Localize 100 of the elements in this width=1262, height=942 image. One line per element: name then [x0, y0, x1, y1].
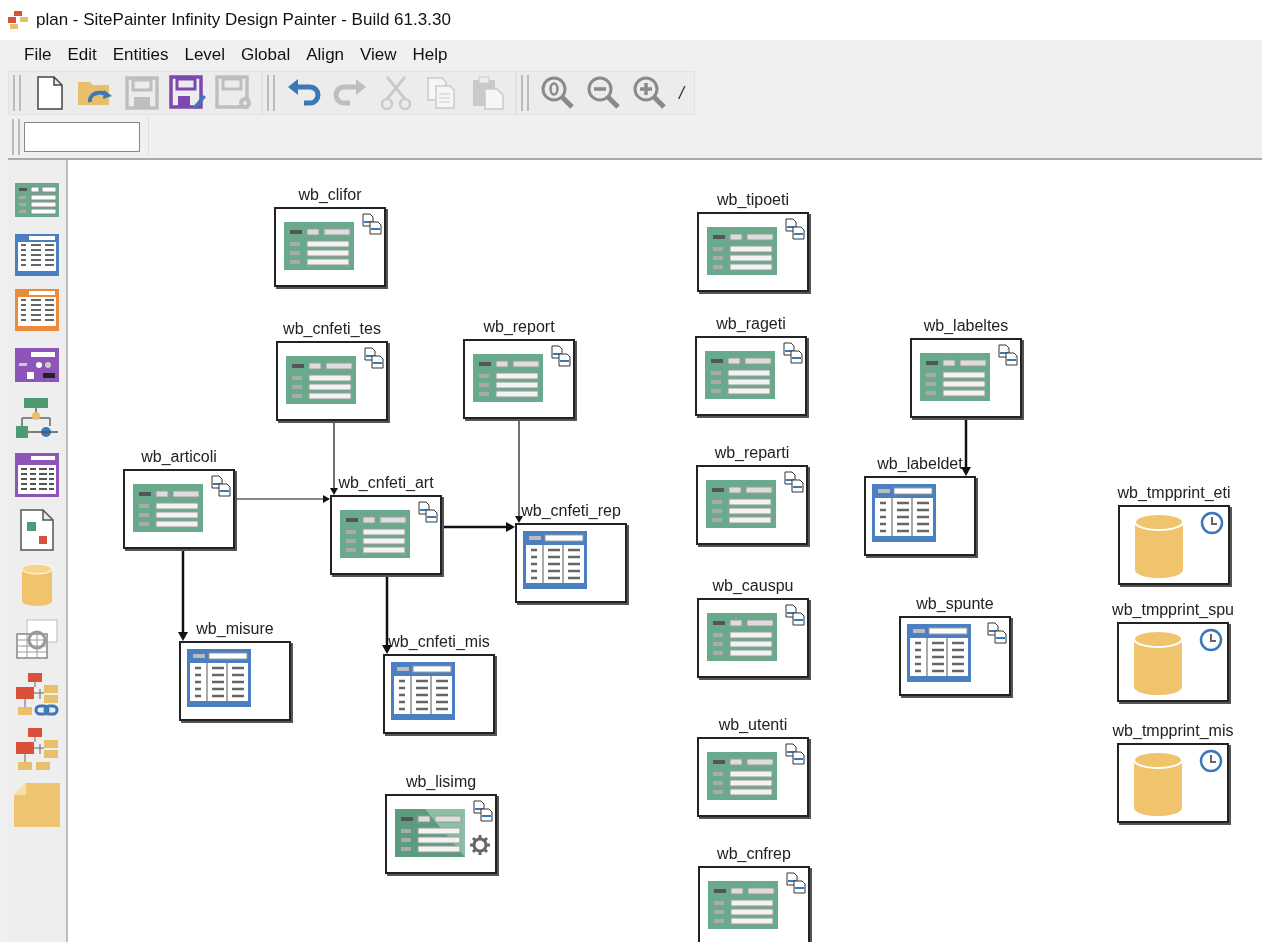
entity-node[interactable]: [1117, 743, 1229, 823]
entity-node[interactable]: [695, 336, 807, 416]
form-icon: [133, 484, 203, 532]
entity-node[interactable]: [696, 465, 808, 545]
toolbar-grip[interactable]: [13, 75, 21, 111]
copy-icon: [426, 76, 458, 110]
linked-documents-icon: [473, 800, 493, 822]
table-icon: [907, 624, 971, 682]
entity-node[interactable]: [330, 495, 442, 575]
entity-node[interactable]: [697, 212, 809, 292]
form-icon: [706, 480, 776, 528]
entity-name: wb_spunte: [916, 594, 994, 614]
save-settings-icon: [215, 75, 253, 111]
table-icon: [187, 649, 251, 707]
form-icon: [395, 809, 465, 857]
table-tool-icon: [15, 234, 59, 276]
table-icon: [872, 484, 936, 542]
entity-name: wb_cnfrep: [717, 844, 791, 864]
form-icon: [286, 356, 356, 404]
entity-name: wb_lisimg: [405, 772, 477, 792]
form-icon: [707, 752, 777, 800]
zoom-out-icon: [586, 75, 622, 111]
dialog-tool-icon: [15, 348, 59, 382]
entity-name: wb_articoli: [141, 447, 217, 467]
diagram-tool-icon: [14, 728, 60, 772]
toolbar-grip[interactable]: [12, 119, 20, 155]
clock-icon: [1199, 749, 1223, 773]
entity-node[interactable]: [515, 523, 627, 603]
entity-node[interactable]: [463, 339, 575, 419]
database-icon: [1133, 630, 1183, 696]
toolbar-grip[interactable]: [521, 75, 529, 111]
clock-icon: [1200, 511, 1224, 535]
linked-documents-icon: [418, 501, 438, 523]
entity-name: wb_cnfeti_art: [338, 473, 434, 493]
entity-node[interactable]: [385, 794, 497, 874]
linked-documents-icon: [785, 743, 805, 765]
linked-documents-icon: [785, 218, 805, 240]
entity-name: wb_clifor: [298, 185, 362, 205]
form-icon: [705, 351, 775, 399]
entity-name: wb_utenti: [718, 715, 788, 735]
entity-name: wb_tmpprint_eti: [1117, 483, 1231, 503]
form-icon: [473, 354, 543, 402]
report-tool-icon: [15, 453, 59, 497]
entity-node[interactable]: [274, 207, 386, 287]
entity-node[interactable]: [383, 654, 495, 734]
entity-name: wb_tmpprint_spu: [1112, 600, 1234, 620]
new-file-icon: [35, 76, 65, 110]
linked-diagram-tool-icon: [14, 673, 60, 717]
entity-name: wb_cnfeti_tes: [283, 319, 381, 339]
linked-documents-icon: [786, 872, 806, 894]
paste-icon: [471, 75, 505, 111]
linked-documents-icon: [784, 471, 804, 493]
menu-item[interactable]: Global: [233, 45, 299, 65]
entity-node[interactable]: [910, 338, 1022, 418]
document-tool-icon: [19, 508, 55, 552]
form-icon: [920, 353, 990, 401]
zoom-reset-icon: [540, 75, 576, 111]
menu-item[interactable]: Align: [298, 45, 353, 65]
toolbar-grip[interactable]: [267, 75, 275, 111]
undo-icon: [286, 77, 322, 109]
entity-node[interactable]: [1117, 622, 1229, 702]
menu-item[interactable]: Entities: [104, 45, 177, 65]
entity-name: wb_reparti: [714, 443, 790, 463]
entity-node[interactable]: [276, 341, 388, 421]
window-title: plan - SitePainter Infinity Design Painter - Build 61.3.30: [36, 10, 451, 30]
palette-tool[interactable]: [12, 453, 62, 497]
zoom-in-icon: [632, 75, 668, 111]
linked-documents-icon: [785, 604, 805, 626]
note-tool-icon: [14, 783, 60, 827]
input-field[interactable]: [24, 122, 140, 152]
entity-node[interactable]: [123, 469, 235, 549]
form-icon: [707, 227, 777, 275]
entity-node[interactable]: [864, 476, 976, 556]
database-icon: [1133, 751, 1183, 817]
entity-name: wb_labeltes: [923, 316, 1009, 336]
linked-documents-icon: [211, 475, 231, 497]
toolbar-button[interactable]: /: [675, 82, 688, 104]
entity-name: wb_rageti: [716, 314, 786, 334]
entity-name: wb_tipoeti: [716, 190, 789, 210]
entity-node[interactable]: [698, 866, 810, 942]
database-icon: [1134, 513, 1184, 579]
entity-node[interactable]: [899, 616, 1011, 696]
menu-item[interactable]: Level: [176, 45, 234, 65]
menu-item[interactable]: View: [352, 45, 405, 65]
menu-item[interactable]: Help: [404, 45, 456, 65]
query-tool-icon: [15, 618, 59, 662]
entity-node[interactable]: [697, 737, 809, 817]
entity-node[interactable]: [697, 598, 809, 678]
clock-icon: [1199, 628, 1223, 652]
entity-node[interactable]: [179, 641, 291, 721]
linked-documents-icon: [783, 342, 803, 364]
entity-node[interactable]: [1118, 505, 1230, 585]
form-icon: [708, 881, 778, 929]
save-icon: [125, 76, 159, 110]
save-as-icon: [169, 75, 207, 111]
entity-name: wb_misure: [196, 619, 274, 639]
gear-icon: [469, 834, 491, 856]
app-logo-icon: [8, 11, 28, 29]
menu-item[interactable]: File: [16, 45, 60, 65]
menu-item[interactable]: Edit: [59, 45, 105, 65]
